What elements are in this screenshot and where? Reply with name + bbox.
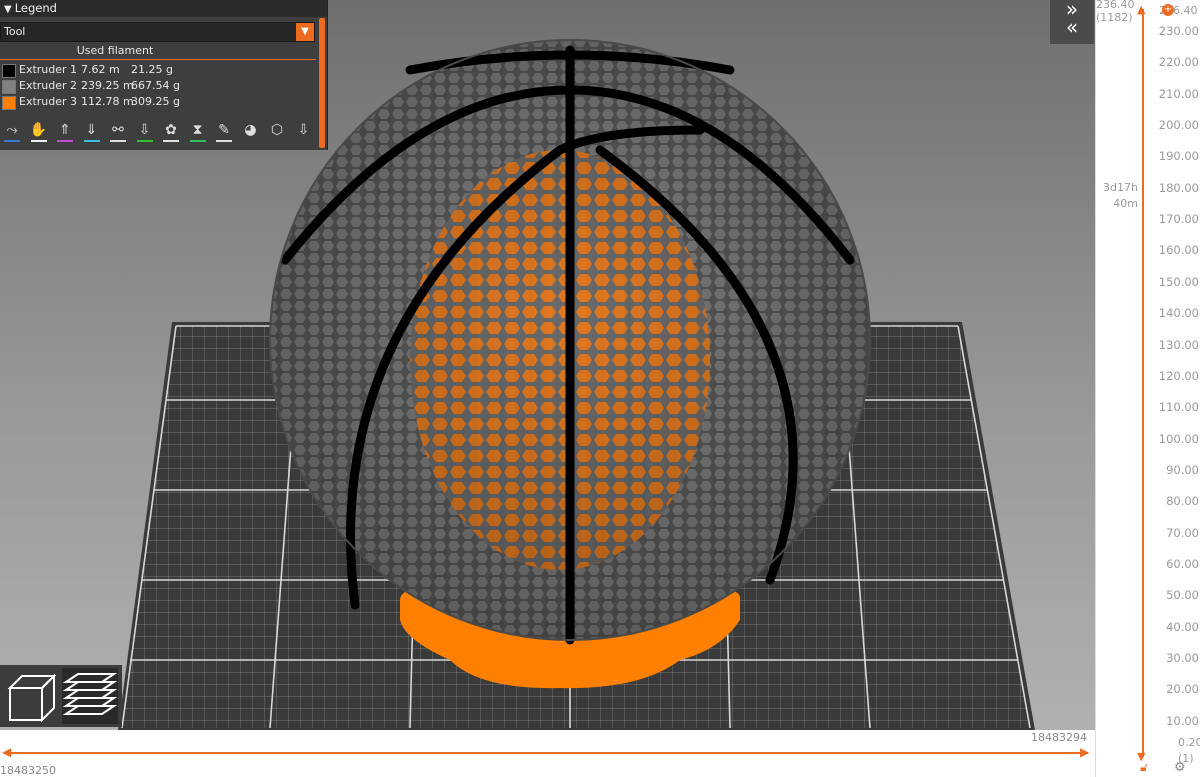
shells-icon[interactable]: ⬡ — [267, 120, 287, 142]
view-toggle-group — [0, 665, 122, 727]
vslider-tick-label: 30.00 — [1166, 651, 1199, 665]
vslider-tick-label: 230.00 — [1158, 24, 1199, 38]
vslider-tick-label: 140.00 — [1158, 306, 1199, 321]
3d-view-cube-icon[interactable] — [2, 668, 58, 724]
legend-title: Legend — [14, 1, 57, 15]
center-of-gravity-icon[interactable]: ◕ — [241, 120, 261, 142]
hslider-right-thumb-icon[interactable]: ▶ — [1080, 745, 1089, 759]
vslider-tick-label: 170.00 — [1158, 212, 1199, 227]
vslider-tick-label: 90.00 — [1166, 462, 1199, 477]
vslider-track[interactable] — [1142, 9, 1144, 757]
vslider-tick-label: 200.00 — [1158, 118, 1199, 133]
estimated-time-line2: 40m — [1113, 197, 1138, 210]
legend-header[interactable]: ▼ Legend — [0, 0, 327, 17]
vslider-tick-label: 40.00 — [1166, 619, 1199, 634]
extruder-length: 239.25 m — [81, 79, 134, 92]
tool-marker-icon[interactable]: ⇩ — [294, 120, 314, 142]
vslider-tick-label: 70.00 — [1166, 525, 1199, 540]
deretractions-icon[interactable]: ⇓ — [82, 120, 102, 142]
vslider-tick-label: 210.00 — [1158, 86, 1199, 101]
retractions-icon[interactable]: ⇑ — [55, 120, 75, 142]
pause-prints-icon[interactable]: ⧗ — [188, 120, 208, 142]
cog-icon[interactable]: ⚙ — [1174, 760, 1186, 775]
vslider-top-info: 236.40 (1182) — [1096, 0, 1135, 24]
legend-panel: ▼ Legend Tool ▼ Used filament Extruder 1 … — [0, 0, 328, 150]
vslider-tick-label: 80.00 — [1166, 494, 1199, 509]
extruder-name: Extruder 1 — [19, 63, 78, 76]
divider — [0, 59, 316, 60]
color-changes-icon[interactable]: ✿ — [161, 120, 181, 142]
horizontal-slider[interactable]: 18483294 ◀ ▶ 18483250 — [0, 730, 1095, 777]
layers-view-icon[interactable] — [62, 668, 118, 724]
estimated-time-line1: 3d17h — [1103, 181, 1138, 194]
collapse-triangle-icon[interactable]: ▼ — [4, 4, 12, 15]
hslider-track[interactable] — [8, 752, 1088, 754]
add-color-change-icon[interactable]: + — [1162, 4, 1174, 16]
extruder-name: Extruder 2 — [19, 79, 78, 92]
extruder-length: 112.78 m — [81, 95, 134, 108]
vslider-top-layer: (1182) — [1096, 11, 1133, 24]
color-swatch — [2, 80, 16, 94]
dropdown-arrow-icon[interactable]: ▼ — [296, 23, 314, 41]
hslider-right-value: 18483294 — [1031, 731, 1087, 744]
used-filament-label: Used filament — [76, 44, 154, 57]
travel-icon[interactable]: ⤳ — [2, 120, 22, 142]
vslider-top-value: 236.40 — [1096, 0, 1135, 11]
vslider-tick-label: 150.00 — [1158, 274, 1199, 289]
color-swatch — [2, 64, 16, 78]
vslider-tick-label: 120.00 — [1158, 368, 1199, 383]
vslider-tick-label: 10.00 — [1166, 713, 1199, 728]
view-type-value: Tool — [4, 25, 26, 38]
vslider-tick-label: 100.00 — [1158, 431, 1199, 446]
hslider-left-value: 18483250 — [0, 764, 56, 777]
extruder-weight: 667.54 g — [131, 79, 180, 92]
vslider-tick-label: 190.00 — [1158, 149, 1199, 164]
vslider-bottom-value: 0.20 — [1178, 736, 1200, 749]
collapse-sidebar-button[interactable]: » « — [1050, 0, 1094, 44]
extruder-name: Extruder 3 — [19, 95, 78, 108]
custom-gcodes-icon[interactable]: ✎ — [214, 120, 234, 142]
vslider-tick-label: 160.00 — [1158, 243, 1199, 258]
3d-viewport[interactable]: ▼ Legend Tool ▼ Used filament Extruder 1 … — [0, 0, 1095, 777]
vslider-tick-label: 50.00 — [1166, 588, 1199, 603]
vertical-layer-slider[interactable]: 236.40 (1182) 236.40 ▲ + 3d17h 40m 230.0… — [1095, 0, 1200, 777]
vslider-tick-label: 130.00 — [1158, 337, 1199, 352]
hslider-left-thumb-icon[interactable]: ◀ — [2, 745, 11, 759]
lock-icon[interactable]: 🔓︎ — [1140, 760, 1152, 774]
vslider-tick-label: 180.00 — [1158, 180, 1199, 195]
vslider-tick-label: 60.00 — [1166, 556, 1199, 571]
estimated-time: 3d17h 40m — [1096, 180, 1138, 212]
tool-changes-icon[interactable]: ⇩ — [135, 120, 155, 142]
seams-icon[interactable]: ⚯ — [108, 120, 128, 142]
extruder-length: 7.62 m — [81, 63, 120, 76]
vslider-tick-label: 20.00 — [1166, 682, 1199, 697]
extruder-weight: 309.25 g — [131, 95, 180, 108]
color-swatch — [2, 96, 16, 110]
vslider-top-arrow-icon[interactable]: ▲ — [1137, 3, 1145, 16]
extruder-weight: 21.25 g — [131, 63, 173, 76]
chevrons-left-icon: « — [1065, 15, 1079, 39]
vslider-tick-label: 110.00 — [1158, 400, 1199, 415]
vslider-tick-label: 220.00 — [1158, 55, 1199, 70]
legend-scrollbar[interactable] — [319, 18, 325, 148]
view-type-combo[interactable]: Tool ▼ — [0, 22, 315, 42]
wipe-icon[interactable]: ✋ — [29, 120, 49, 142]
